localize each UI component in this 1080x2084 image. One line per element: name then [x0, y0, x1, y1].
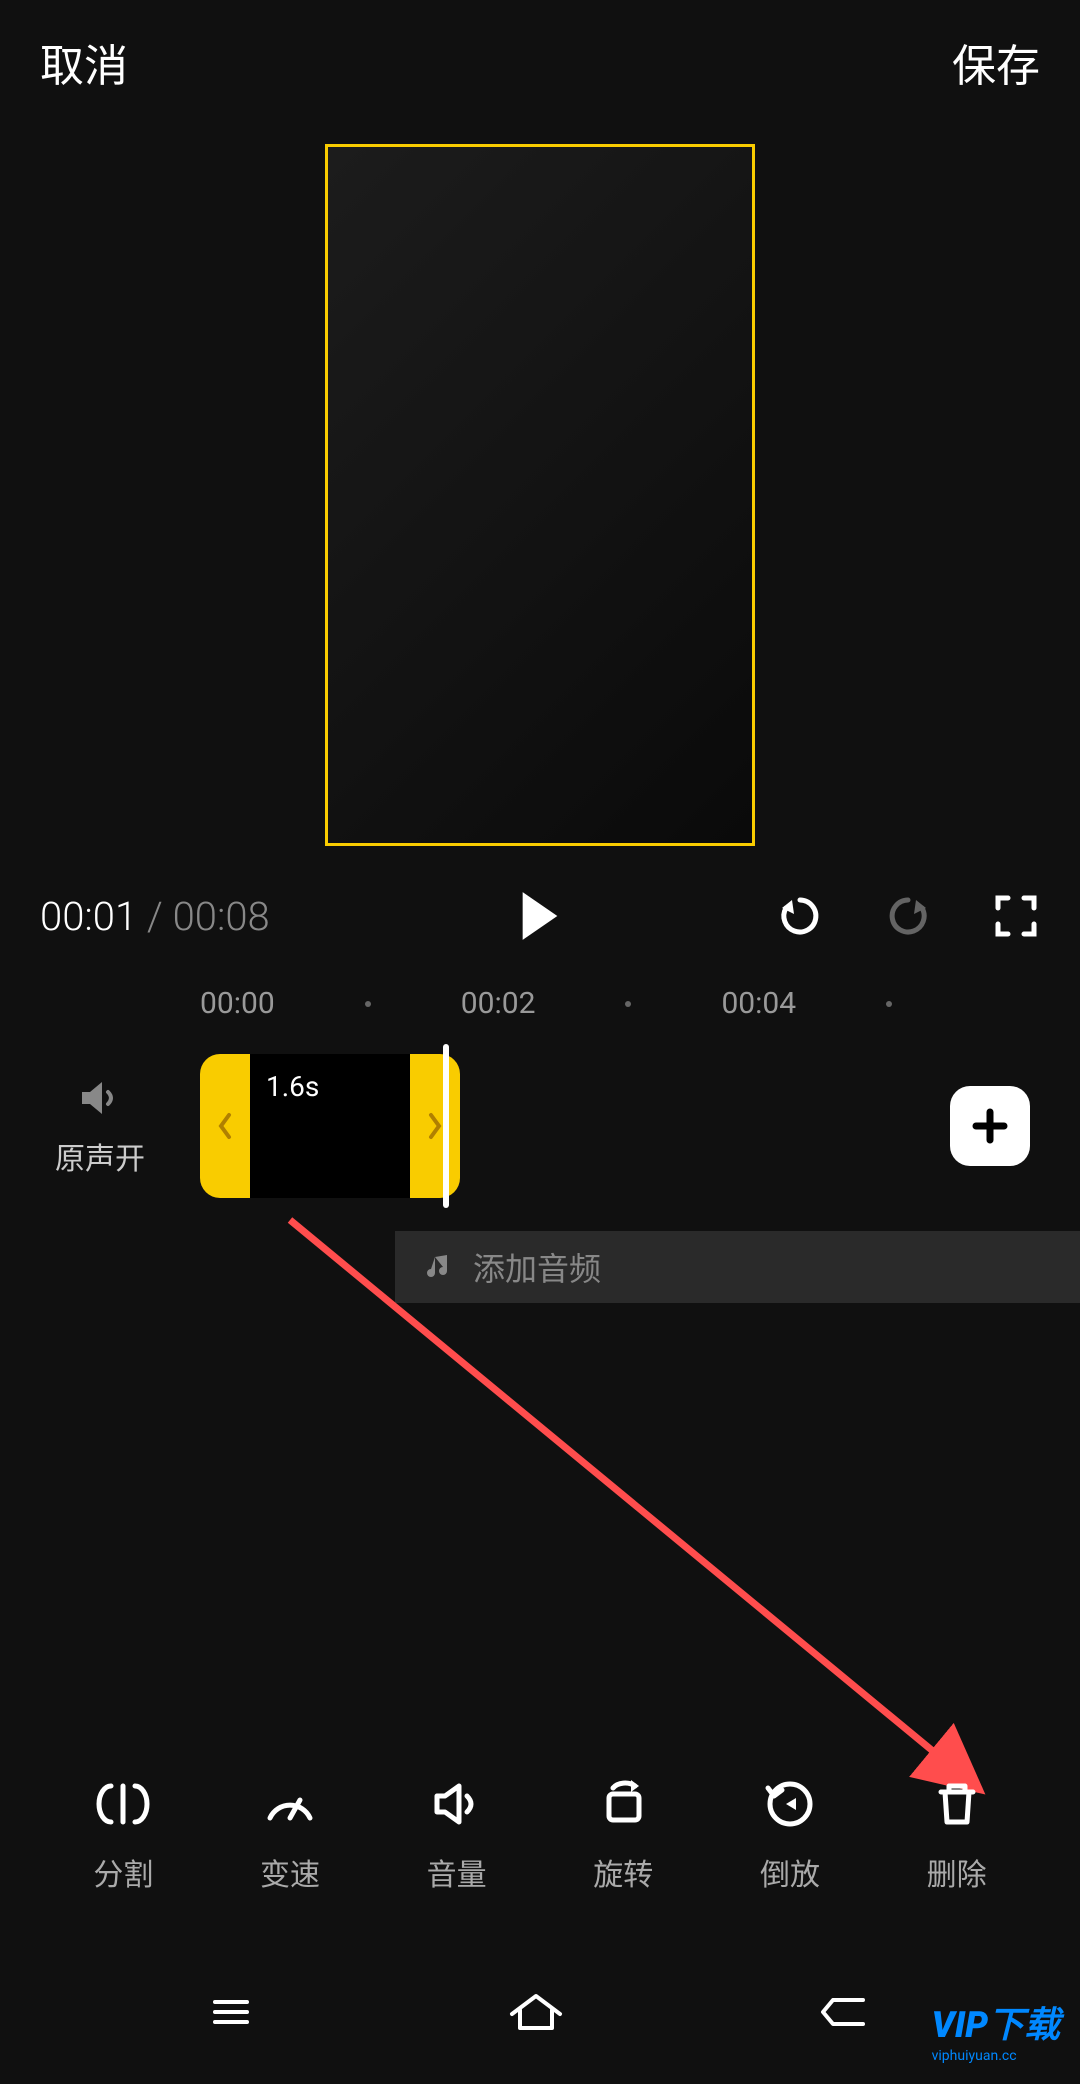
play-button[interactable]	[516, 892, 564, 940]
chevron-left-icon	[215, 1111, 235, 1141]
annotation-arrow	[280, 1210, 1020, 1830]
undo-icon	[776, 892, 824, 940]
watermark: VIP下载 viphuiyuan.cc	[932, 1996, 1060, 2064]
total-time: 00:08	[173, 893, 270, 940]
speed-tool[interactable]: 变速	[260, 1774, 320, 1894]
cancel-button[interactable]: 取消	[40, 30, 128, 94]
fullscreen-button[interactable]	[992, 892, 1040, 940]
add-audio-track[interactable]: 添加音频	[395, 1231, 1080, 1303]
ruler-dot	[886, 1001, 892, 1007]
header: 取消 保存	[0, 0, 1080, 124]
playhead[interactable]	[443, 1044, 449, 1208]
redo-button[interactable]	[884, 892, 932, 940]
video-preview-area	[0, 144, 1080, 846]
fullscreen-icon	[994, 894, 1038, 938]
clip-handle-left[interactable]	[200, 1054, 250, 1198]
back-icon	[813, 1984, 877, 2040]
timeline-ruler: 00:00 00:02 00:04	[0, 966, 1080, 1041]
reverse-icon	[760, 1774, 820, 1834]
video-clip[interactable]: 1.6s	[200, 1054, 460, 1198]
nav-back-button[interactable]	[813, 1984, 877, 2044]
timeline-area[interactable]: 原声开 1.6s	[0, 1041, 1080, 1211]
music-note-icon	[425, 1253, 453, 1281]
time-display: 00:01 / 00:08	[40, 893, 270, 940]
ruler-dot	[625, 1001, 631, 1007]
save-button[interactable]: 保存	[952, 30, 1040, 94]
speaker-icon	[76, 1074, 124, 1122]
ruler-mark: 00:02	[461, 986, 536, 1021]
current-time: 00:01	[40, 893, 137, 940]
plus-icon	[968, 1104, 1012, 1148]
clip-handle-right[interactable]	[410, 1054, 460, 1198]
system-nav-bar	[0, 1944, 1080, 2084]
ruler-mark: 00:00	[200, 986, 275, 1021]
volume-icon	[427, 1774, 487, 1834]
rotate-icon	[593, 1774, 653, 1834]
clip-duration-label: 1.6s	[266, 1070, 319, 1103]
trash-icon	[927, 1774, 987, 1834]
chevron-right-icon	[425, 1111, 445, 1141]
audio-toggle-label: 原声开	[55, 1134, 145, 1178]
nav-home-button[interactable]	[504, 1984, 568, 2044]
add-audio-label: 添加音频	[473, 1244, 601, 1290]
playback-controls: 00:01 / 00:08	[0, 866, 1080, 966]
menu-icon	[203, 1984, 259, 2040]
speed-icon	[260, 1774, 320, 1834]
undo-button[interactable]	[776, 892, 824, 940]
delete-tool[interactable]: 删除	[927, 1774, 987, 1894]
nav-menu-button[interactable]	[203, 1984, 259, 2044]
volume-tool[interactable]: 音量	[427, 1774, 487, 1894]
rotate-tool[interactable]: 旋转	[593, 1774, 653, 1894]
ruler-dot	[365, 1001, 371, 1007]
play-icon	[518, 890, 562, 942]
reverse-tool[interactable]: 倒放	[760, 1774, 820, 1894]
ruler-mark: 00:04	[721, 986, 796, 1021]
clip-thumbnail[interactable]: 1.6s	[250, 1054, 410, 1198]
original-audio-toggle[interactable]: 原声开	[40, 1074, 160, 1178]
split-icon	[93, 1774, 153, 1834]
redo-icon	[884, 892, 932, 940]
add-clip-button[interactable]	[950, 1086, 1030, 1166]
split-tool[interactable]: 分割	[93, 1774, 153, 1894]
video-preview-frame[interactable]	[325, 144, 755, 846]
bottom-toolbar: 分割 变速 音量 旋转 倒放 删除	[0, 1774, 1080, 1894]
home-icon	[504, 1984, 568, 2040]
